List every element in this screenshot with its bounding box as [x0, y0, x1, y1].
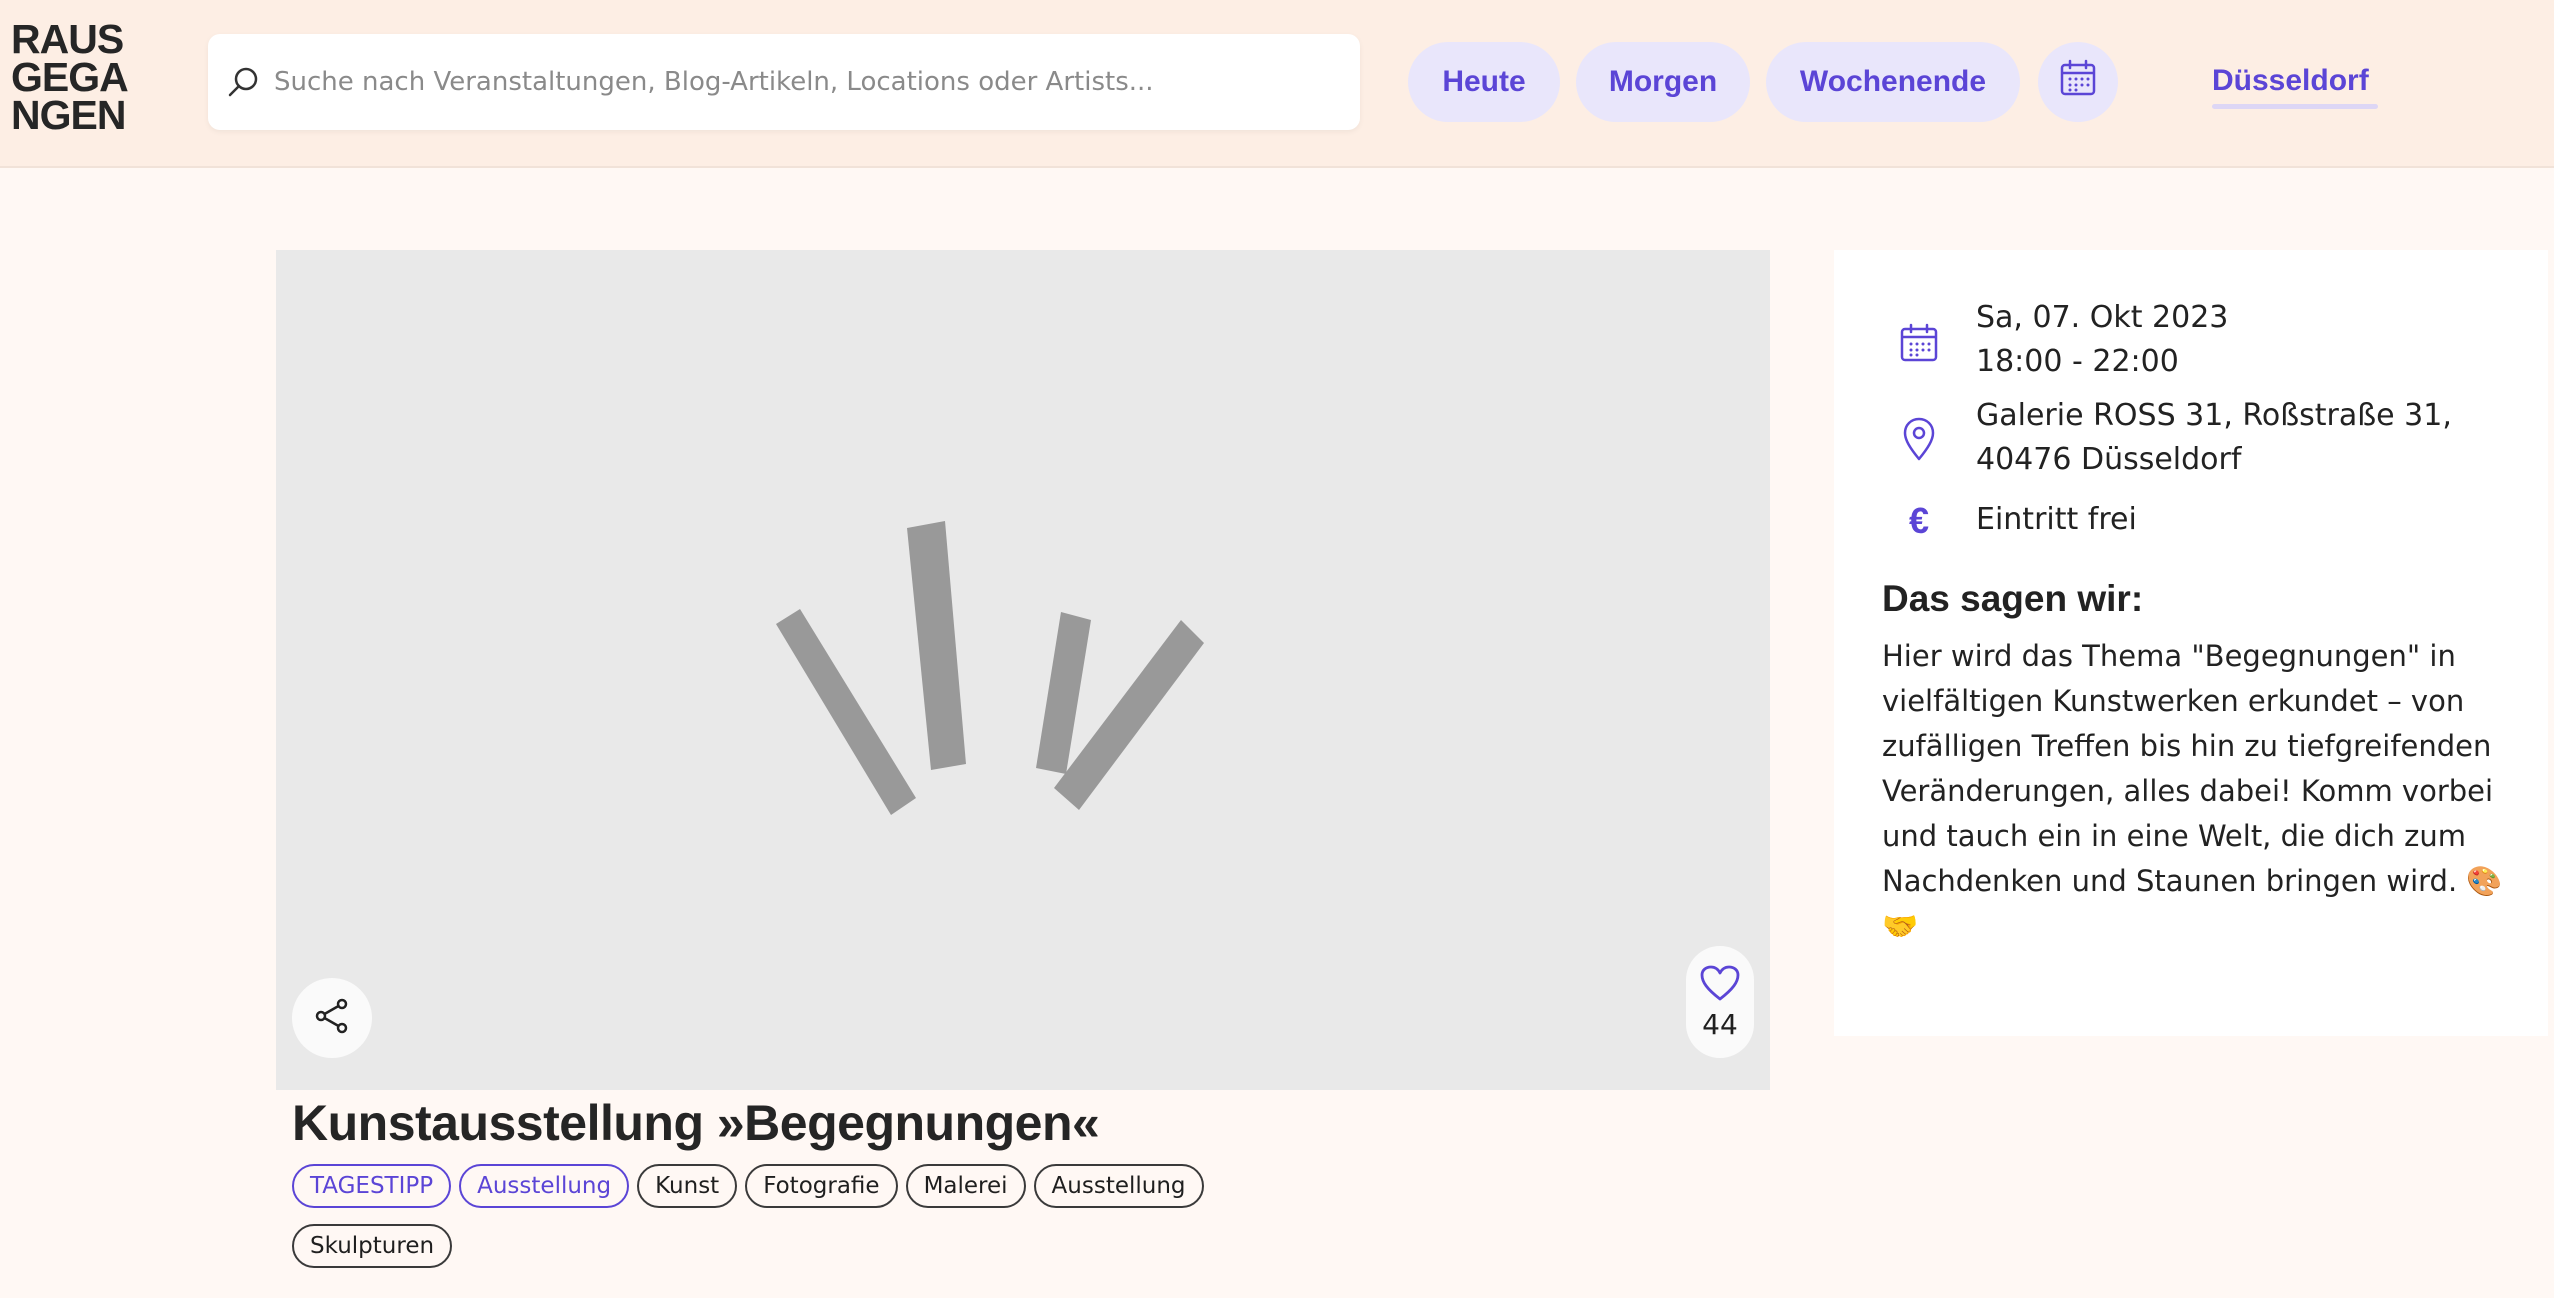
tag-fotografie[interactable]: Fotografie: [745, 1164, 898, 1208]
location-row: [1896, 416, 1942, 462]
share-button[interactable]: [292, 978, 372, 1058]
editorial-text: Hier wird das Thema "Begegnungen" in vie…: [1882, 639, 2503, 943]
like-button[interactable]: 44: [1686, 946, 1754, 1058]
event-info-card: Sa, 07. Okt 2023 18:00 - 22:00 Galerie R…: [1834, 250, 2548, 1036]
search-input[interactable]: [274, 67, 1334, 97]
logo-line-1: RAUS: [11, 16, 124, 62]
event-date: Sa, 07. Okt 2023: [1976, 300, 2229, 335]
location-text[interactable]: Galerie ROSS 31, Roßstraße 31, 40476 Düs…: [1976, 394, 2452, 482]
address-line-2: 40476 Düsseldorf: [1976, 442, 2242, 477]
event-title: Kunstausstellung »Begegnungen«: [292, 1095, 1100, 1151]
tag-ausstellung-category[interactable]: Ausstellung: [459, 1164, 630, 1208]
tag-malerei[interactable]: Malerei: [905, 1164, 1026, 1208]
share-icon: [312, 996, 352, 1040]
event-image-placeholder: [276, 250, 1770, 1090]
site-logo[interactable]: RAUS GEGA NGEN: [11, 16, 141, 138]
logo-line-2: GEGA: [11, 54, 129, 100]
tag-list: TAGESTIPP Ausstellung Kunst Fotografie M…: [292, 1164, 1292, 1268]
logo-line-3: NGEN: [11, 92, 126, 138]
calendar-icon: [1896, 320, 1942, 366]
euro-icon: €: [1896, 498, 1942, 544]
loading-spinner-icon: [776, 521, 1204, 815]
tag-ausstellung[interactable]: Ausstellung: [1033, 1164, 1204, 1208]
date-text: Sa, 07. Okt 2023 18:00 - 22:00: [1976, 296, 2228, 384]
search-bar[interactable]: [208, 34, 1360, 130]
filter-wochenende-button[interactable]: Wochenende: [1766, 42, 2020, 122]
heart-icon: [1699, 964, 1741, 1006]
city-underline: [2212, 104, 2378, 109]
filter-heute-button[interactable]: Heute: [1408, 42, 1560, 122]
price-row: €: [1896, 498, 1942, 544]
tag-kunst[interactable]: Kunst: [637, 1164, 738, 1208]
tag-tagestipp[interactable]: TAGESTIPP: [292, 1164, 452, 1208]
date-row: [1896, 320, 1942, 366]
editorial-heading: Das sagen wir:: [1882, 578, 2144, 619]
site-header: RAUS GEGA NGEN Heute Morgen Wochenende: [0, 0, 2554, 168]
calendar-button[interactable]: [2038, 42, 2118, 122]
filter-morgen-button[interactable]: Morgen: [1576, 42, 1750, 122]
price-text: Eintritt frei: [1976, 502, 2137, 537]
address-line-1: Galerie ROSS 31, Roßstraße 31,: [1976, 398, 2452, 433]
city-selector[interactable]: Düsseldorf: [2212, 64, 2369, 98]
calendar-icon: [2058, 58, 2098, 106]
search-icon: [224, 62, 264, 102]
event-time: 18:00 - 22:00: [1976, 344, 2179, 379]
svg-text:€: €: [1909, 500, 1929, 541]
location-pin-icon: [1896, 416, 1942, 462]
tag-skulpturen[interactable]: Skulpturen: [292, 1224, 453, 1268]
like-count: 44: [1702, 1007, 1738, 1041]
